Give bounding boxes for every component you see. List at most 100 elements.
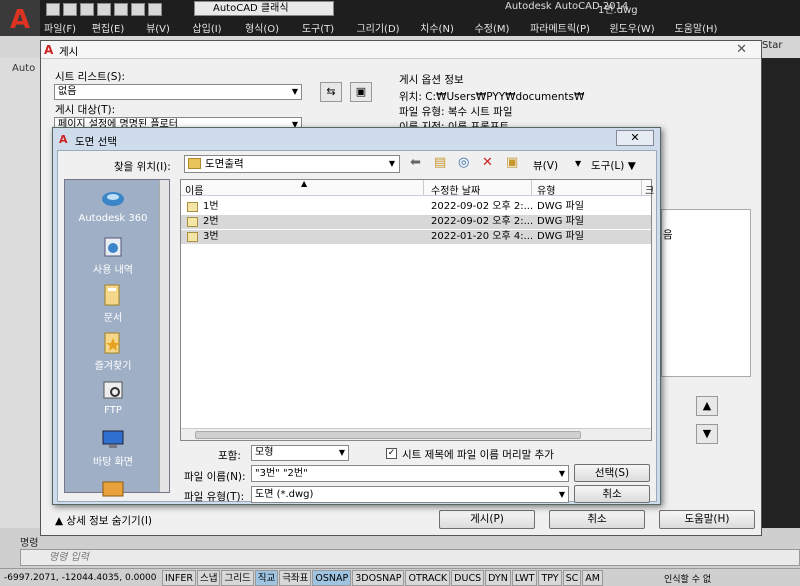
tools-menu[interactable]: 도구(L) ▼ bbox=[591, 158, 636, 173]
toggle-grid[interactable]: 그리드 bbox=[221, 569, 254, 586]
select-button[interactable]: 선택(S) bbox=[574, 464, 650, 482]
command-input[interactable]: 명령 입력 bbox=[20, 549, 800, 566]
chevron-down-icon[interactable]: ▼ bbox=[575, 159, 581, 168]
print-icon[interactable] bbox=[114, 2, 128, 16]
save-icon[interactable] bbox=[80, 2, 94, 16]
place-history[interactable]: 사용 내역 bbox=[65, 236, 161, 276]
menu-modify[interactable]: 수정(M) bbox=[464, 18, 520, 36]
publish-cancel-button[interactable]: 취소 bbox=[549, 510, 645, 529]
file-type: DWG 파일 bbox=[537, 216, 584, 227]
place-desktop[interactable]: 바탕 화면 bbox=[65, 428, 161, 468]
toggle-am[interactable]: AM bbox=[582, 569, 603, 586]
select-drawing-dialog: A 도면 선택 ✕ 찾을 위치(I): 도면출력 ▼ ⬅ ▤ ◎ ✕ ▣ 뷰(V… bbox=[52, 127, 661, 505]
open-file-icon[interactable] bbox=[63, 2, 77, 16]
place-autodesk-360[interactable]: Autodesk 360 bbox=[65, 188, 161, 224]
column-date[interactable]: 수정한 날짜 bbox=[431, 182, 480, 197]
document-title: 1번.dwg bbox=[598, 5, 638, 16]
toggle-dyn[interactable]: DYN bbox=[485, 569, 511, 586]
file-list-header: 이름 ▲ 수정한 날짜 유형 크 bbox=[181, 179, 654, 197]
menu-window[interactable]: 윈도우(W) bbox=[600, 18, 664, 36]
toggle-osnap[interactable]: OSNAP bbox=[312, 569, 352, 586]
column-name[interactable]: 이름 bbox=[185, 182, 203, 197]
toggle-sc[interactable]: SC bbox=[562, 569, 582, 586]
place-ftp[interactable]: FTP bbox=[65, 380, 161, 416]
menu-format[interactable]: 형식(O) bbox=[234, 18, 290, 36]
sheet-grid[interactable] bbox=[661, 209, 751, 377]
new-file-icon[interactable] bbox=[46, 2, 60, 16]
cancel-button[interactable]: 취소 bbox=[574, 485, 650, 503]
look-in-label: 찾을 위치(I): bbox=[114, 161, 171, 173]
menu-insert[interactable]: 삽입(I) bbox=[180, 18, 234, 36]
autocad-app-icon[interactable]: A bbox=[0, 0, 40, 40]
scrollbar-thumb[interactable] bbox=[195, 431, 581, 439]
prefix-checkbox-label: 시트 제목에 파일 이름 머리말 추가 bbox=[402, 449, 554, 461]
toggle-infer[interactable]: INFER bbox=[162, 569, 196, 586]
place-favorites[interactable]: 즐겨찾기 bbox=[65, 332, 161, 372]
column-size[interactable]: 크 bbox=[645, 182, 654, 197]
file-row[interactable]: 3번 2022-01-20 오후 4:... DWG 파일 bbox=[181, 230, 651, 244]
add-sheets-icon[interactable]: ▲ bbox=[696, 396, 718, 416]
toggle-ducs[interactable]: DUCS bbox=[451, 569, 485, 586]
drawing-tab[interactable]: Auto bbox=[12, 63, 35, 74]
toggle-3dosnap[interactable]: 3DOSNAP bbox=[352, 569, 405, 586]
new-folder-icon[interactable]: ▣ bbox=[506, 156, 518, 170]
undo-icon[interactable] bbox=[131, 2, 145, 16]
move-sheet-down-icon[interactable]: ▼ bbox=[696, 424, 718, 444]
search-icon[interactable]: ◎ bbox=[458, 156, 469, 170]
workspace-dropdown[interactable]: AutoCAD 클래식 bbox=[194, 1, 334, 16]
start-tab[interactable]: Star bbox=[762, 40, 783, 51]
filename-input[interactable]: "3번" "2번" ▼ bbox=[251, 465, 569, 482]
close-icon[interactable]: ✕ bbox=[736, 42, 747, 57]
toggle-lwt[interactable]: LWT bbox=[511, 569, 538, 586]
toggle-ortho[interactable]: 직교 bbox=[254, 569, 279, 586]
prefix-checkbox[interactable]: ✓ bbox=[386, 448, 397, 459]
back-icon[interactable]: ⬅ bbox=[410, 156, 421, 170]
file-date: 2022-01-20 오후 4:... bbox=[431, 231, 534, 242]
hide-details-toggle[interactable]: ▲ 상세 정보 숨기기(I) bbox=[55, 513, 152, 528]
menu-parametric[interactable]: 파라메트릭(P) bbox=[520, 18, 600, 36]
menu-dimension[interactable]: 치수(N) bbox=[410, 18, 464, 36]
save-sheet-list-icon[interactable]: ▣ bbox=[350, 82, 372, 102]
file-date: 2022-09-02 오후 2:... bbox=[431, 201, 534, 212]
places-scrollbar[interactable] bbox=[159, 180, 169, 492]
save-as-icon[interactable] bbox=[97, 2, 111, 16]
publish-title-bar: A 게시 ✕ bbox=[41, 41, 761, 59]
file-row[interactable]: 2번 2022-09-02 오후 2:... DWG 파일 bbox=[181, 215, 651, 229]
dwg-file-icon bbox=[187, 217, 198, 227]
ftp-icon bbox=[103, 381, 123, 399]
file-row[interactable]: 1번 2022-09-02 오후 2:... DWG 파일 bbox=[181, 200, 651, 214]
filter-select[interactable]: 모형 ▼ bbox=[251, 445, 349, 461]
menu-draw[interactable]: 그리기(D) bbox=[346, 18, 410, 36]
horizontal-scrollbar[interactable] bbox=[181, 428, 651, 440]
views-menu[interactable]: 뷰(V) bbox=[533, 158, 558, 173]
toggle-tpy[interactable]: TPY bbox=[538, 569, 562, 586]
menu-view[interactable]: 뷰(V) bbox=[136, 18, 180, 36]
quick-access-toolbar bbox=[46, 1, 162, 17]
sheet-list-select[interactable]: 없음 ▼ bbox=[54, 84, 302, 100]
menu-help[interactable]: 도움말(H) bbox=[664, 18, 728, 36]
place-documents[interactable]: 문서 bbox=[65, 284, 161, 324]
filetype-select[interactable]: 도면 (*.dwg) ▼ bbox=[251, 486, 569, 503]
file-list[interactable]: 이름 ▲ 수정한 날짜 유형 크 1번 2022-09-02 오후 2:... … bbox=[180, 179, 654, 441]
publish-button[interactable]: 게시(P) bbox=[439, 510, 535, 529]
menu-file[interactable]: 파일(F) bbox=[40, 18, 80, 36]
up-folder-icon[interactable]: ▤ bbox=[434, 156, 446, 170]
redo-icon[interactable] bbox=[148, 2, 162, 16]
load-sheet-list-icon[interactable]: ⇆ bbox=[320, 82, 342, 102]
toggle-otrack[interactable]: OTRACK bbox=[405, 569, 451, 586]
toggle-polar[interactable]: 극좌표 bbox=[279, 569, 312, 586]
delete-icon[interactable]: ✕ bbox=[482, 156, 493, 170]
menu-edit[interactable]: 편집(E) bbox=[80, 18, 136, 36]
look-in-select[interactable]: 도면출력 ▼ bbox=[184, 155, 400, 173]
close-icon[interactable]: ✕ bbox=[616, 130, 654, 146]
column-type[interactable]: 유형 bbox=[537, 182, 555, 197]
coordinate-readout: -6997.2071, -12044.4035, 0.0000 bbox=[4, 572, 157, 583]
toggle-snap[interactable]: 스냅 bbox=[196, 569, 221, 586]
menu-tools[interactable]: 도구(T) bbox=[290, 18, 346, 36]
file-dialog-body: 찾을 위치(I): 도면출력 ▼ ⬅ ▤ ◎ ✕ ▣ 뷰(V) ▼ 도구(L) … bbox=[57, 150, 657, 503]
briefcase-icon bbox=[102, 481, 124, 497]
publish-file-type: 파일 유형: 복수 시트 파일 bbox=[399, 106, 513, 118]
place-briefcase[interactable] bbox=[65, 476, 161, 501]
file-dialog-title: 도면 선택 bbox=[75, 136, 117, 148]
publish-help-button[interactable]: 도움말(H) bbox=[659, 510, 755, 529]
